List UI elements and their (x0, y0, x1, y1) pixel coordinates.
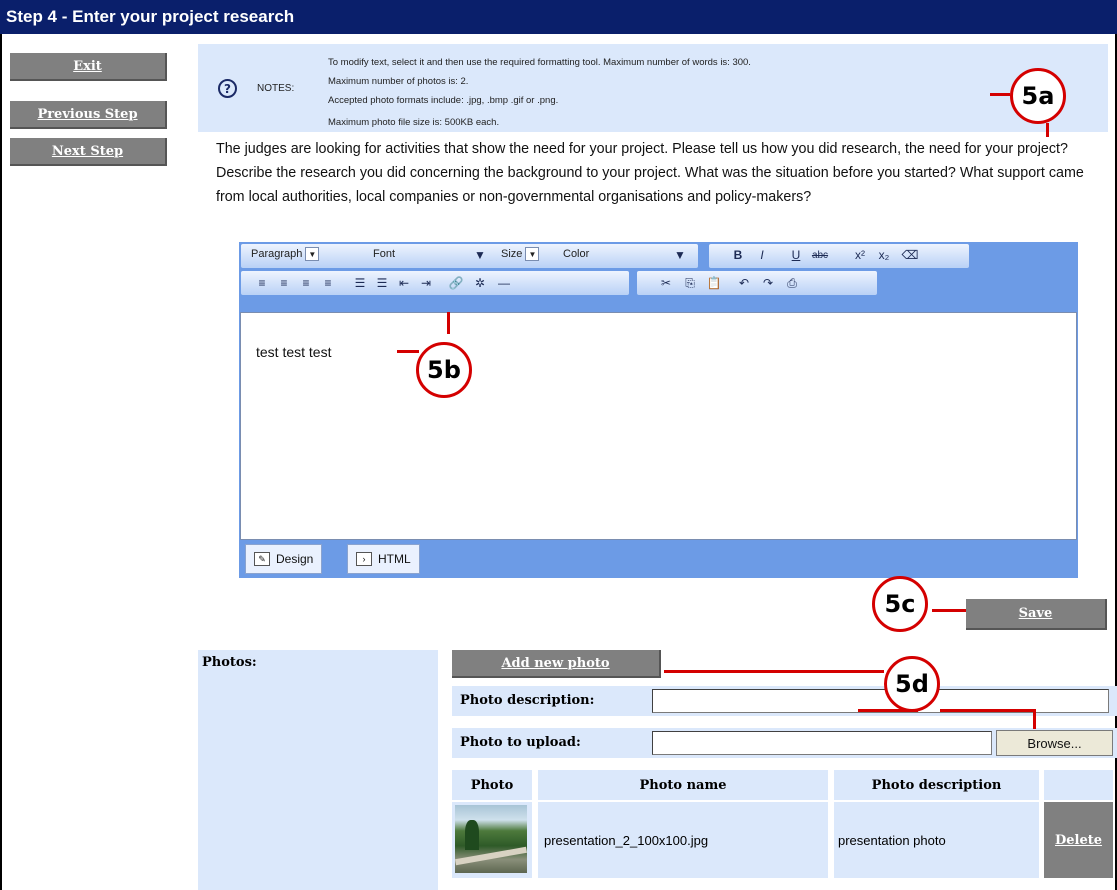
photo-description-label: Photo description: (460, 693, 595, 708)
superscript-icon[interactable]: x² (851, 246, 869, 264)
toolbar-row-1: Paragraph ▼ Font ▼ Size ▼ Color ▼ B I U ab… (239, 242, 1078, 268)
table-cell-photo-description: presentation photo (834, 802, 1039, 878)
numbered-list-icon[interactable]: ☰ (373, 274, 391, 292)
horizontal-rule-icon[interactable]: ― (495, 274, 513, 292)
photo-upload-label: Photo to upload: (460, 735, 581, 750)
copy-icon[interactable]: ⎘ (681, 274, 699, 292)
paste-icon[interactable]: 📋 (705, 274, 723, 292)
paragraph-select[interactable]: Paragraph ▼ (251, 246, 320, 262)
table-header-photo-description: Photo description (834, 770, 1039, 800)
notes-label: NOTES: (257, 83, 295, 94)
align-right-icon[interactable]: ≡ (297, 274, 315, 292)
dropdown-arrow-icon: ▼ (305, 247, 320, 261)
photos-label: Photos: (202, 655, 257, 670)
page-title: Step 4 - Enter your project research (0, 0, 1117, 34)
insert-link-icon[interactable]: 🔗 (447, 274, 465, 292)
bullet-list-icon[interactable]: ☰ (351, 274, 369, 292)
strikethrough-icon[interactable]: abc (811, 246, 829, 264)
photo-upload-input[interactable] (652, 731, 992, 755)
photo-name: presentation_2_100x100.jpg (544, 832, 709, 848)
previous-step-button[interactable]: Previous Step (10, 101, 167, 129)
redo-icon[interactable]: ↷ (759, 274, 777, 292)
align-left-icon[interactable]: ≡ (253, 274, 271, 292)
font-select[interactable]: Font (373, 246, 395, 262)
callout-connector (1046, 123, 1049, 137)
instructions-text: The judges are looking for activities th… (216, 141, 1084, 205)
tab-design[interactable]: ✎ Design (245, 544, 323, 574)
subscript-icon[interactable]: x₂ (875, 246, 893, 264)
rich-text-editor: Paragraph ▼ Font ▼ Size ▼ Color ▼ B I U ab… (239, 242, 1078, 578)
table-header-photo: Photo (452, 770, 532, 800)
table-header-photo-name: Photo name (538, 770, 828, 800)
add-new-photo-button[interactable]: Add new photo (452, 650, 661, 678)
undo-icon[interactable]: ↶ (735, 274, 753, 292)
editor-content: test test test (256, 344, 332, 360)
notes-line: Accepted photo formats include: .jpg, .b… (328, 95, 559, 106)
bold-icon[interactable]: B (729, 246, 747, 264)
underline-icon[interactable]: U (787, 246, 805, 264)
callout-5b: 5b (416, 342, 472, 398)
callout-connector (447, 312, 450, 334)
html-icon: › (356, 552, 372, 566)
callout-5d: 5d (884, 656, 940, 712)
color-select[interactable]: Color (563, 246, 589, 262)
callout-connector (940, 709, 1036, 712)
callout-connector (932, 609, 968, 612)
callout-connector (1033, 709, 1036, 729)
notes-line: Maximum number of photos is: 2. (328, 76, 469, 87)
italic-icon[interactable]: I (753, 246, 771, 264)
callout-connector (990, 93, 1010, 96)
print-icon[interactable]: ⎙ (783, 274, 801, 292)
table-cell-photo-name: presentation_2_100x100.jpg (538, 802, 828, 878)
eraser-icon[interactable]: ⌫ (901, 246, 919, 264)
help-icon: ? (218, 79, 237, 98)
design-icon: ✎ (254, 552, 270, 566)
browse-button[interactable]: Browse... (996, 730, 1113, 756)
toolbar-row-2: ≡ ≡ ≡ ≡ ☰ ☰ ⇤ ⇥ 🔗 ✲ ― ✂ ⎘ 📋 ↶ ↷ ⎙ (239, 269, 1078, 299)
callout-5a: 5a (1010, 68, 1066, 124)
align-center-icon[interactable]: ≡ (275, 274, 293, 292)
photos-panel (198, 650, 438, 890)
notes-line: Maximum photo file size is: 500KB each. (328, 117, 500, 128)
editor-content-area[interactable]: test test test (240, 312, 1077, 540)
notes-line: To modify text, select it and then use t… (328, 57, 751, 68)
callout-5c: 5c (872, 576, 928, 632)
unlink-icon[interactable]: ✲ (471, 274, 489, 292)
font-dropdown-arrow-icon[interactable]: ▼ (471, 246, 489, 264)
editor-mode-tabs: ✎ Design › HTML (239, 542, 1078, 578)
callout-connector (397, 350, 419, 353)
exit-button[interactable]: Exit (10, 53, 167, 81)
table-header-actions (1044, 770, 1113, 800)
outdent-icon[interactable]: ⇤ (395, 274, 413, 292)
next-step-button[interactable]: Next Step (10, 138, 167, 166)
dropdown-arrow-icon: ▼ (525, 247, 540, 261)
photo-description: presentation photo (838, 832, 946, 848)
indent-icon[interactable]: ⇥ (417, 274, 435, 292)
photo-thumbnail[interactable] (455, 805, 527, 873)
color-dropdown-arrow-icon[interactable]: ▼ (671, 246, 689, 264)
tab-html[interactable]: › HTML (347, 544, 420, 574)
save-button[interactable]: Save (966, 599, 1107, 630)
cut-icon[interactable]: ✂ (657, 274, 675, 292)
justify-icon[interactable]: ≡ (319, 274, 337, 292)
delete-photo-button[interactable]: Delete (1044, 802, 1113, 878)
size-select[interactable]: Size ▼ (501, 246, 540, 262)
callout-connector (664, 670, 884, 673)
